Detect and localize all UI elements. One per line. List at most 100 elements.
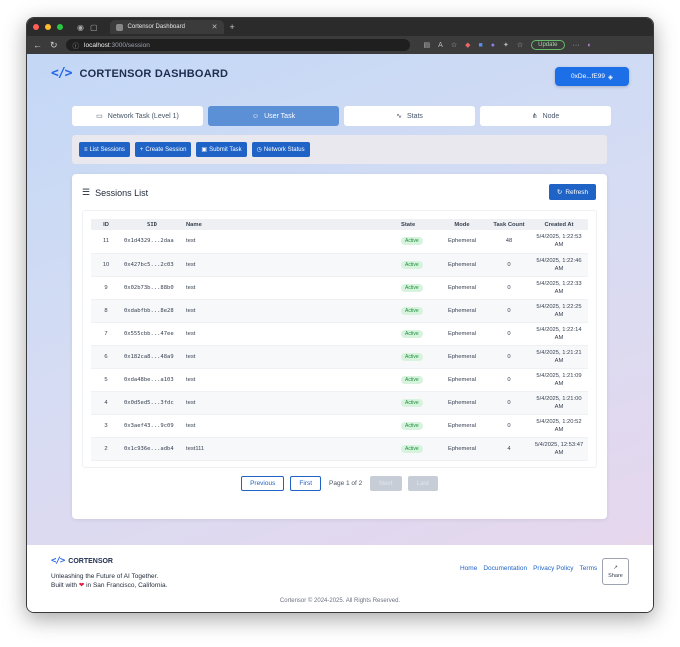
status-badge: Active xyxy=(401,329,423,338)
extension-cloud-icon[interactable]: ● xyxy=(491,42,495,49)
cell-id: 6 xyxy=(104,353,108,360)
new-tab-icon[interactable]: + xyxy=(230,22,235,32)
status-badge: Active xyxy=(401,398,423,407)
status-badge: Active xyxy=(401,260,423,269)
cell-task-count: 0 xyxy=(507,376,511,383)
url-path: :3000/session xyxy=(109,41,150,49)
reader-icon[interactable]: ▤ xyxy=(424,41,431,49)
extension-fox-icon[interactable]: ◆ xyxy=(465,41,470,49)
code-logo-icon: </> xyxy=(51,556,65,566)
url-host: localhost xyxy=(84,41,110,49)
sessions-card: ☰ Sessions List ↻ Refresh ID SID Name St… xyxy=(72,174,607,519)
footer-logo: </> CORTENSOR xyxy=(51,556,113,566)
refresh-icon: ↻ xyxy=(556,189,563,196)
cell-id: 7 xyxy=(104,330,108,337)
network-status-button[interactable]: ◷ Network Status xyxy=(251,142,310,157)
status-badge: Active xyxy=(401,352,423,361)
main-tabs: ▭ Network Task (Level 1) ☺ User Task ∿ S… xyxy=(72,106,611,126)
cell-state: Active xyxy=(398,230,436,253)
copilot-icon[interactable]: ◐ xyxy=(588,42,592,49)
close-tab-icon[interactable]: ✕ xyxy=(212,23,218,31)
wallet-icon: ◈ xyxy=(607,73,613,81)
table-row[interactable]: 9 0x02b73b...88b0 test Active Ephemeral 0 5/4/… xyxy=(91,276,588,299)
tab-label: Stats xyxy=(406,112,423,120)
list-icon: ☰ xyxy=(82,187,91,197)
browser-tab-active[interactable]: Cortensor Dashboard ✕ xyxy=(109,20,224,34)
status-badge: Active xyxy=(401,444,423,453)
next-page-button[interactable]: Next xyxy=(370,476,402,491)
tab-label: Node xyxy=(542,112,560,120)
cell-name: test xyxy=(186,307,196,314)
back-icon[interactable]: ← xyxy=(33,40,42,50)
table-header-row: ID SID Name State Mode Task Count Create… xyxy=(91,219,588,230)
minimize-window-button[interactable] xyxy=(45,24,51,30)
cell-id: 2 xyxy=(104,445,108,452)
favorite-star-icon[interactable]: ☆ xyxy=(451,41,457,49)
table-row[interactable]: 6 0x182ca8...48a9 test Active Ephemeral 0 5/4/… xyxy=(91,345,588,368)
update-button[interactable]: Update xyxy=(531,40,565,50)
table-row[interactable]: 8 0xdabfbb...8e28 test Active Ephemeral 0 5/4/… xyxy=(91,299,588,322)
cell-state: Active xyxy=(398,414,436,437)
footer-link-terms[interactable]: Terms xyxy=(580,565,598,572)
cell-sid: 0x3aef43...9c09 xyxy=(124,422,174,429)
tab-list-icon[interactable]: ▢ xyxy=(90,23,98,32)
maximize-window-button[interactable] xyxy=(57,24,63,30)
font-icon[interactable]: A xyxy=(438,42,443,49)
share-button[interactable]: ↗ Share xyxy=(602,558,629,585)
tab-label: User Task xyxy=(264,112,296,120)
table-row[interactable]: 10 0x427bc5...2c03 test Active Ephemeral 0 5/4… xyxy=(91,253,588,276)
favorites-icon[interactable]: ☆ xyxy=(517,41,523,49)
tab-stats[interactable]: ∿ Stats xyxy=(344,106,475,126)
last-page-button[interactable]: Last xyxy=(407,476,438,491)
extensions-icon[interactable]: ✦ xyxy=(503,41,509,49)
user-icon: ☺ xyxy=(251,112,260,120)
tab-favicon-icon xyxy=(115,23,123,31)
profile-icon[interactable]: ◉ xyxy=(77,23,84,32)
reload-icon[interactable]: ↻ xyxy=(50,40,58,51)
cell-sid: 0xdabfbb...8e28 xyxy=(124,307,174,314)
cell-sid: 0x1c936e...adb4 xyxy=(124,445,174,452)
refresh-button[interactable]: ↻ Refresh xyxy=(549,184,596,200)
cell-name: test xyxy=(186,330,196,337)
cell-id: 11 xyxy=(102,238,110,245)
activity-icon: ∿ xyxy=(396,113,402,120)
submit-task-button[interactable]: ▣ Submit Task xyxy=(196,142,247,157)
sessions-table-container[interactable]: ID SID Name State Mode Task Count Create… xyxy=(82,210,597,468)
tab-node[interactable]: ⋔ Node xyxy=(480,106,611,126)
table-row[interactable]: 11 0x1d4329...2daa test Active Ephemeral 48 5/… xyxy=(91,230,588,253)
wallet-button[interactable]: 0xDe...fE99 ◈ xyxy=(555,67,629,86)
close-window-button[interactable] xyxy=(33,24,39,30)
status-badge: Active xyxy=(401,306,423,315)
tab-user-task[interactable]: ☺ User Task xyxy=(208,106,339,126)
footer-link-documentation[interactable]: Documentation xyxy=(483,565,527,572)
cell-task-count: 0 xyxy=(507,261,511,268)
column-header: SID xyxy=(147,221,157,228)
monitor-icon: ▭ xyxy=(96,113,103,120)
table-row[interactable]: 5 0xda48be...a103 test Active Ephemeral 0 5/4/… xyxy=(91,368,588,391)
cell-mode: Ephemeral xyxy=(447,261,477,268)
cell-name: test111 xyxy=(186,445,205,452)
table-row[interactable]: 3 0x3aef43...9c09 test Active Ephemeral 0 5/4/… xyxy=(91,414,588,437)
cell-mode: Ephemeral xyxy=(447,422,477,429)
url-field[interactable]: ⓘ localhost:3000/session xyxy=(65,39,410,51)
cell-created-at: 5/4/2025, 1:21:00 AM xyxy=(536,395,582,410)
first-page-button[interactable]: First xyxy=(290,476,321,491)
more-menu-icon[interactable]: ··· xyxy=(573,42,580,49)
previous-page-button[interactable]: Previous xyxy=(241,476,285,491)
table-row[interactable]: 4 0x0d5ed5...3fdc test Active Ephemeral 0 5/4/… xyxy=(91,391,588,414)
cell-sid: 0x182ca8...48a9 xyxy=(124,353,174,360)
cell-state: Active xyxy=(398,437,436,460)
footer-link-home[interactable]: Home xyxy=(460,565,477,572)
table-row[interactable]: 7 0x555cbb...47ee test Active Ephemeral 0 5/4/… xyxy=(91,322,588,345)
cell-created-at: 5/4/2025, 1:21:09 AM xyxy=(536,372,582,387)
cell-sid: 0x1d4329...2daa xyxy=(124,238,174,245)
tab-network-task[interactable]: ▭ Network Task (Level 1) xyxy=(72,106,203,126)
footer-link-privacy[interactable]: Privacy Policy xyxy=(533,565,573,572)
create-session-button[interactable]: + Create Session xyxy=(134,142,192,157)
extension-shield-icon[interactable]: ■ xyxy=(479,42,483,49)
site-info-icon[interactable]: ⓘ xyxy=(73,40,80,50)
list-sessions-button[interactable]: ≡ List Sessions xyxy=(79,142,130,157)
file-icon: ▣ xyxy=(201,147,208,153)
column-header: Name xyxy=(186,221,202,228)
table-row[interactable]: 2 0x1c936e...adb4 test111 Active Ephemeral 4 5… xyxy=(91,437,588,460)
